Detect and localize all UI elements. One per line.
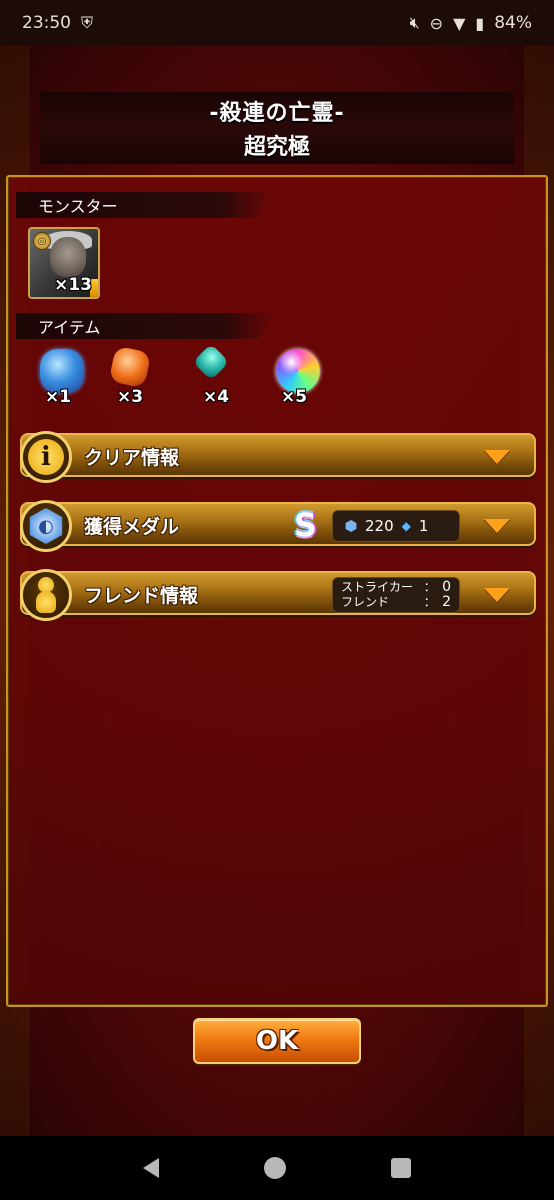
clear-info-badge: i xyxy=(20,431,72,483)
old-man-monster-portrait xyxy=(50,237,86,277)
shield-icon: ⛨ xyxy=(81,13,94,32)
dnd-icon: ⊖ xyxy=(429,13,444,33)
item-qty: ×5 xyxy=(280,387,308,407)
result-panel: モンスター ◎ ×13 アイテム ×1 ×3 ×4 ×5 i クリア情報 ◐ 獲… xyxy=(6,175,548,1007)
medal-count: 220 xyxy=(365,517,394,535)
striker-value: 0 xyxy=(442,579,451,595)
monster-count: ×13 xyxy=(54,275,92,295)
medal-summary: 220 ◆ 1 xyxy=(332,510,460,542)
monster-section-header: モンスター xyxy=(16,192,272,218)
battery-icon: ▮ xyxy=(475,13,485,33)
rank-s-badge: S xyxy=(294,506,318,544)
gem-count: 1 xyxy=(418,517,429,535)
medal-bar[interactable]: ◐ 獲得メダル S 220 ◆ 1 xyxy=(20,500,536,552)
clear-info-label: クリア情報 xyxy=(84,447,180,469)
medal-small-icon xyxy=(345,520,357,532)
friend-info-bar[interactable]: フレンド情報 ストライカー ： 0 フレンド ： 2 xyxy=(20,569,536,621)
item-list: ×1 ×3 ×4 ×5 xyxy=(28,343,328,417)
chevron-down-icon[interactable] xyxy=(484,519,510,533)
quest-difficulty: 超究極 xyxy=(243,135,310,160)
friend-summary: ストライカー ： 0 フレンド ： 2 xyxy=(332,577,460,613)
medal-label: 獲得メダル xyxy=(84,516,180,538)
item-orange-crystal[interactable]: ×3 xyxy=(100,345,160,409)
wifi-icon: ▼ xyxy=(453,13,466,33)
item-rainbow-orb[interactable]: ×5 xyxy=(264,347,324,409)
item-blue-crystal[interactable]: ×1 xyxy=(28,347,88,409)
medal-badge: ◐ xyxy=(20,500,72,552)
monster-card[interactable]: ◎ ×13 xyxy=(28,227,100,299)
item-section-header: アイテム xyxy=(16,313,274,339)
mute-icon: 🔇︎ xyxy=(409,13,420,32)
item-section-label: アイテム xyxy=(38,318,101,337)
medal-icon: ◐ xyxy=(29,508,63,544)
friend-label: フレンド xyxy=(341,595,390,609)
separator: ： xyxy=(423,580,436,594)
chevron-down-icon[interactable] xyxy=(484,450,510,464)
luck-badge-icon: ◎ xyxy=(33,232,51,250)
home-icon[interactable] xyxy=(263,1157,286,1179)
quest-title-banner: -殺連の亡霊- 超究極 xyxy=(40,92,514,164)
item-qty: ×4 xyxy=(202,387,230,407)
status-bar: 23:50 ⛨ 🔇︎ ⊖ ▼ ▮ 84% xyxy=(0,0,554,46)
item-qty: ×3 xyxy=(116,387,144,407)
friend-value: 2 xyxy=(442,594,451,610)
system-nav-bar xyxy=(0,1136,554,1200)
chevron-down-icon[interactable] xyxy=(484,588,510,602)
item-qty: ×1 xyxy=(44,387,72,407)
clear-info-bar[interactable]: i クリア情報 xyxy=(20,431,536,483)
orange-crystal-icon xyxy=(108,345,152,389)
recent-apps-icon[interactable] xyxy=(391,1158,412,1178)
ok-button[interactable]: OK xyxy=(193,1018,361,1064)
quest-title: -殺連の亡霊- xyxy=(209,101,345,126)
friend-icon xyxy=(36,577,56,613)
battery-percent: 84% xyxy=(494,13,532,33)
back-icon[interactable] xyxy=(142,1158,159,1178)
teal-crystal-icon xyxy=(192,343,230,381)
striker-label: ストライカー xyxy=(341,580,414,594)
clock: 23:50 xyxy=(22,13,71,33)
friend-info-label: フレンド情報 xyxy=(84,585,199,607)
friend-badge xyxy=(20,569,72,621)
separator: ： xyxy=(423,595,436,609)
info-icon: i xyxy=(28,439,64,475)
gem-small-icon: ◆ xyxy=(401,519,411,533)
monster-section-label: モンスター xyxy=(38,197,118,216)
item-teal-crystal[interactable]: ×4 xyxy=(186,343,246,409)
